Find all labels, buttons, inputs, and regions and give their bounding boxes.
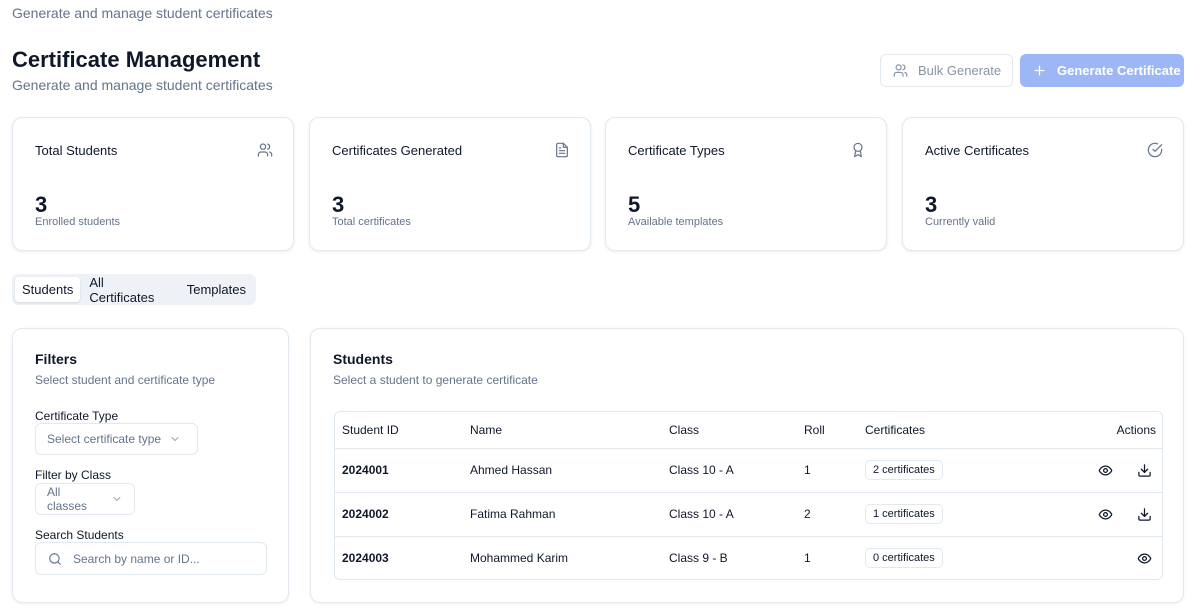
filters-card: Filters Select student and certificate t… bbox=[12, 328, 289, 603]
student-name: Fatima Rahman bbox=[470, 492, 669, 537]
stat-value: 3 bbox=[35, 192, 48, 217]
column-header-name: Name bbox=[470, 412, 669, 449]
top-subtitle: Generate and manage student certificates bbox=[12, 5, 273, 21]
users-icon bbox=[257, 143, 273, 157]
column-header-actions: Actions bbox=[1025, 412, 1162, 449]
eye-icon[interactable] bbox=[1097, 462, 1113, 478]
student-class: Class 10 - A bbox=[669, 448, 804, 493]
stat-card-certificates-generated: Certificates Generated 3 Total certifica… bbox=[309, 117, 591, 251]
actions-cell bbox=[1025, 536, 1162, 579]
download-icon[interactable] bbox=[1136, 462, 1152, 478]
tab-templates[interactable]: Templates bbox=[180, 277, 253, 302]
column-header-roll: Roll bbox=[804, 412, 865, 449]
tab-students[interactable]: Students bbox=[15, 277, 81, 302]
table-row[interactable]: 2024003 Mohammed Karim Class 9 - B 1 0 c… bbox=[335, 536, 1162, 579]
student-name: Ahmed Hassan bbox=[470, 448, 669, 493]
certificates-badge: 0 certificates bbox=[865, 548, 943, 569]
eye-icon[interactable] bbox=[1136, 550, 1152, 566]
stat-title: Total Students bbox=[35, 143, 118, 158]
student-name: Mohammed Karim bbox=[470, 551, 569, 566]
certificates-cell: 1 certificates bbox=[865, 492, 1025, 537]
certificates-cell: 2 certificates bbox=[865, 448, 1025, 493]
chevron-down-icon bbox=[171, 437, 179, 441]
stat-value: 5 bbox=[628, 192, 641, 217]
class-filter-label: Filter by Class bbox=[35, 468, 112, 482]
students-table-container: Student ID Name Class Roll Certificates … bbox=[334, 411, 1163, 580]
students-card: Students Select a student to generate ce… bbox=[310, 328, 1184, 603]
search-students-label: Search Students bbox=[35, 528, 124, 542]
tab-list: Students All Certificates Templates bbox=[12, 274, 256, 305]
filters-subtitle: Select student and certificate type bbox=[35, 373, 216, 387]
student-class: Class 10 - A bbox=[669, 492, 804, 537]
student-roll: 1 bbox=[804, 448, 865, 493]
class-filter-select[interactable]: All classes bbox=[35, 483, 135, 515]
class-filter-value: All classes bbox=[47, 485, 88, 513]
check-circle-icon bbox=[1147, 142, 1163, 158]
stat-card-certificate-types: Certificate Types 5 Available templates bbox=[605, 117, 887, 251]
search-icon bbox=[49, 552, 61, 565]
plus-icon bbox=[1034, 65, 1045, 76]
table-row[interactable]: 2024001 Ahmed Hassan Class 10 - A 1 2 ce… bbox=[335, 448, 1162, 493]
stat-card-active-certificates: Active Certificates 3 Currently valid bbox=[902, 117, 1184, 251]
search-box bbox=[35, 542, 267, 575]
stat-value: 3 bbox=[925, 192, 938, 217]
users-icon bbox=[893, 64, 908, 77]
page-subtitle: Generate and manage student certificates bbox=[12, 77, 273, 93]
student-roll: 2 bbox=[804, 492, 865, 537]
search-input[interactable] bbox=[73, 551, 243, 566]
eye-icon[interactable] bbox=[1097, 506, 1113, 522]
stat-title: Certificates Generated bbox=[332, 143, 463, 158]
actions-cell bbox=[1025, 448, 1162, 493]
certificate-type-select[interactable]: Select certificate type bbox=[35, 423, 198, 455]
certificates-badge: 1 certificates bbox=[865, 504, 943, 524]
certificate-type-placeholder: Select certificate type bbox=[47, 432, 162, 446]
table-row[interactable]: 2024002 Fatima Rahman Class 10 - A 2 1 c… bbox=[335, 492, 1162, 537]
page-title: Certificate Management bbox=[12, 47, 261, 72]
student-class: Class 9 - B bbox=[669, 551, 728, 566]
students-title: Students bbox=[333, 351, 393, 367]
stat-value: 3 bbox=[332, 192, 345, 217]
bulk-generate-label: Bulk Generate bbox=[918, 63, 1002, 78]
column-header-certificates: Certificates bbox=[865, 412, 1025, 449]
tab-all-certificates[interactable]: All Certificates bbox=[82, 275, 177, 305]
generate-certificate-label: Generate Certificate bbox=[1057, 63, 1181, 78]
table-header-row: Student ID Name Class Roll Certificates … bbox=[335, 412, 1162, 449]
certificates-badge: 2 certificates bbox=[865, 460, 943, 480]
award-icon bbox=[853, 142, 863, 158]
stat-caption: Enrolled students bbox=[35, 216, 120, 228]
student-id: 2024002 bbox=[335, 492, 470, 537]
student-id: 2024001 bbox=[335, 448, 470, 493]
students-subtitle: Select a student to generate certificate bbox=[333, 373, 538, 387]
column-header-class: Class bbox=[669, 412, 804, 449]
stat-card-total-students: Total Students 3 Enrolled students bbox=[12, 117, 294, 251]
certificates-cell: 0 certificates bbox=[865, 536, 1025, 579]
stat-caption: Currently valid bbox=[925, 216, 996, 228]
download-icon[interactable] bbox=[1136, 506, 1152, 522]
column-header-student-id: Student ID bbox=[335, 412, 470, 449]
stat-caption: Total certificates bbox=[332, 216, 411, 228]
actions-cell bbox=[1025, 492, 1162, 537]
filters-title: Filters bbox=[35, 351, 78, 367]
certificate-type-label: Certificate Type bbox=[35, 409, 119, 423]
generate-certificate-button[interactable]: Generate Certificate bbox=[1020, 54, 1184, 87]
file-text-icon bbox=[556, 142, 568, 158]
student-id: 2024003 bbox=[342, 551, 389, 566]
stat-title: Certificate Types bbox=[628, 143, 725, 158]
bulk-generate-button[interactable]: Bulk Generate bbox=[880, 54, 1013, 87]
student-roll: 1 bbox=[804, 551, 811, 566]
stat-title: Active Certificates bbox=[925, 143, 1030, 158]
stat-caption: Available templates bbox=[628, 216, 724, 228]
students-table: Student ID Name Class Roll Certificates … bbox=[335, 412, 1162, 579]
chevron-down-icon bbox=[113, 497, 121, 501]
